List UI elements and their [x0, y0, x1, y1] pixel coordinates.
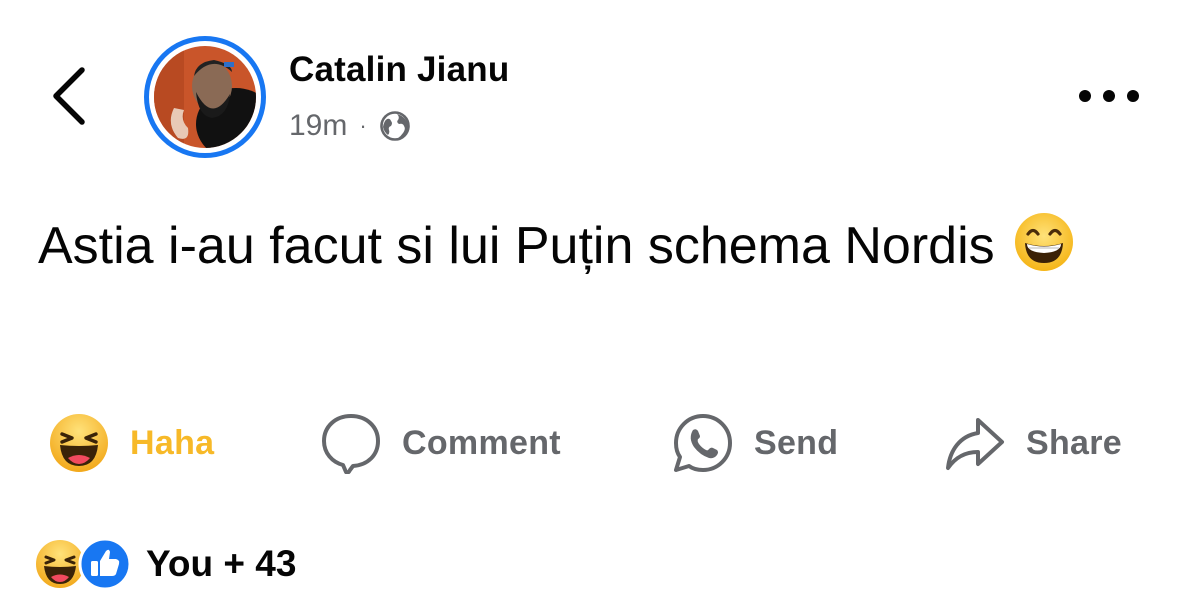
whatsapp-send-icon	[674, 414, 732, 472]
reaction-icons	[34, 538, 134, 590]
globe-icon	[379, 111, 410, 141]
more-options-button[interactable]	[1074, 78, 1144, 114]
author-avatar[interactable]	[144, 36, 266, 158]
haha-reaction-button[interactable]: Haha	[48, 408, 214, 478]
grinning-face-emoji	[1014, 213, 1073, 271]
share-arrow-icon	[946, 418, 1004, 470]
comment-button[interactable]: Comment	[320, 408, 561, 478]
send-label: Send	[754, 423, 839, 462]
haha-reaction-icon	[50, 414, 108, 472]
more-horizontal-icon	[1079, 90, 1139, 102]
chevron-left-icon	[53, 67, 85, 125]
haha-label: Haha	[130, 423, 215, 462]
share-button[interactable]: Share	[944, 408, 1122, 478]
author-name[interactable]: Catalin Jianu	[289, 50, 509, 90]
meta-separator: ·	[359, 113, 367, 138]
send-button[interactable]: Send	[672, 408, 838, 478]
comment-label: Comment	[402, 423, 561, 462]
post-time[interactable]: 19m	[289, 109, 347, 143]
avatar-image	[154, 46, 256, 148]
back-button[interactable]	[40, 60, 100, 130]
share-label: Share	[1026, 423, 1122, 462]
post-text: Astia i-au facut si lui Puțin schema Nor…	[38, 208, 1138, 284]
reaction-count: You + 43	[146, 543, 297, 584]
comment-icon	[322, 414, 380, 474]
post-meta: 19m ·	[289, 106, 411, 146]
like-reaction-icon	[78, 538, 132, 590]
post-text-content: Astia i-au facut si lui Puțin schema Nor…	[38, 217, 995, 275]
reactions-summary[interactable]: You + 43	[34, 534, 296, 594]
